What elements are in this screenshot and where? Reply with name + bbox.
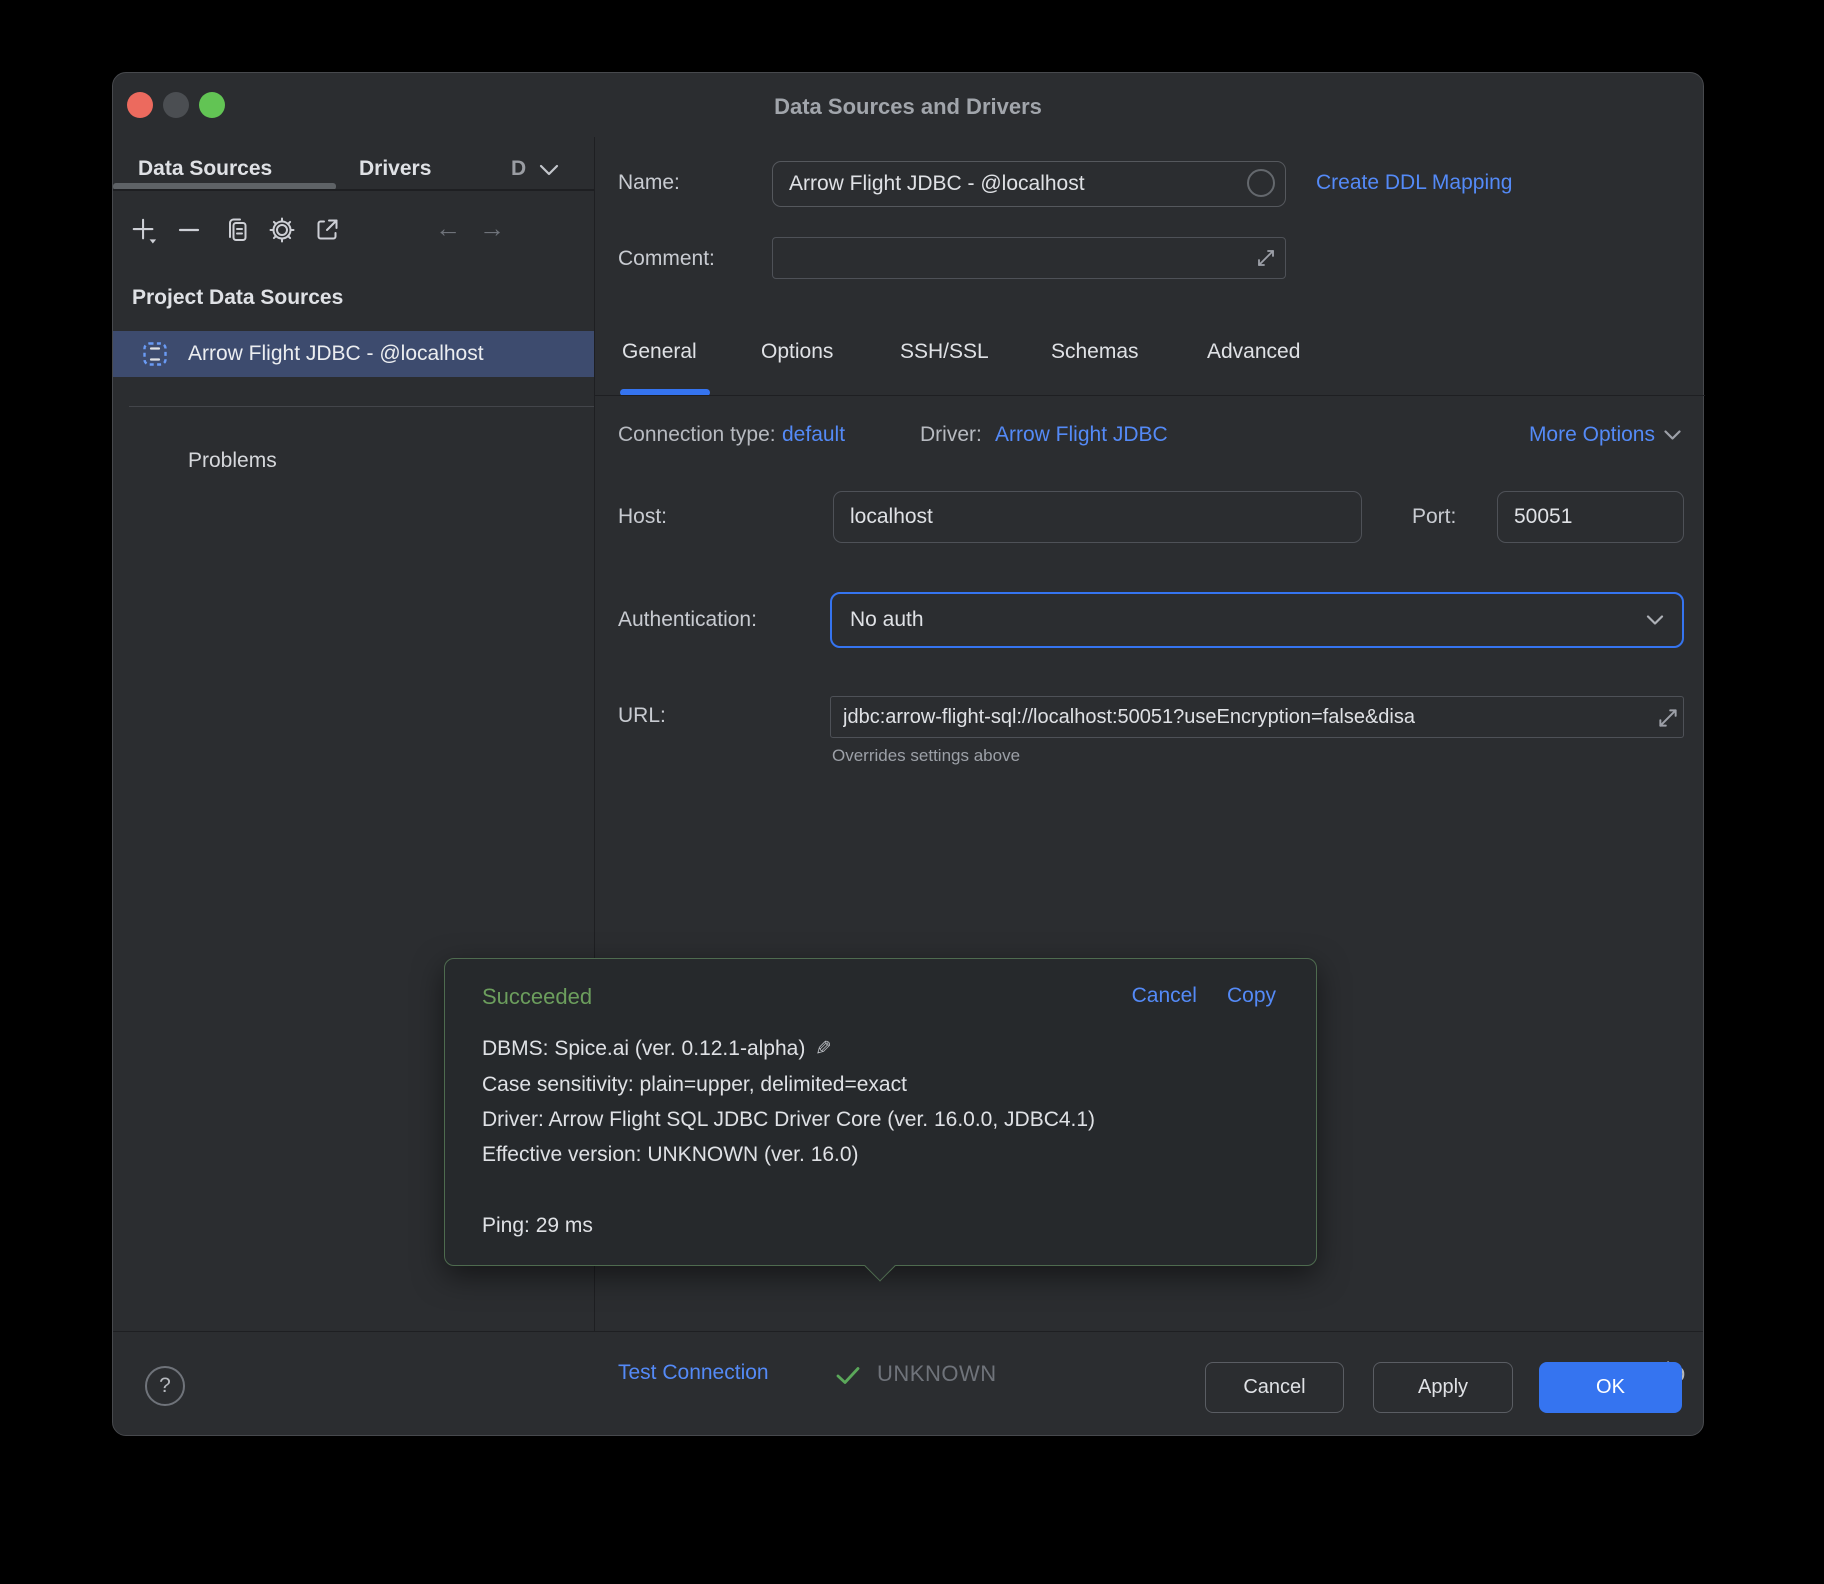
driver-value-link[interactable]: Arrow Flight JDBC: [995, 423, 1168, 447]
screenshot-canvas: Data Sources and Drivers Data Sources Dr…: [0, 0, 1824, 1584]
name-field-wrap: [772, 161, 1286, 207]
more-options-chevron-down-icon: [1664, 430, 1681, 440]
popup-copy-link[interactable]: Copy: [1227, 984, 1276, 1008]
url-label: URL:: [618, 704, 666, 728]
tab-drivers[interactable]: Drivers: [359, 157, 431, 181]
ping-line: Ping: 29 ms: [482, 1208, 1095, 1243]
case-sensitivity-line: Case sensitivity: plain=upper, delimited…: [482, 1067, 1095, 1102]
back-arrow-icon[interactable]: ←: [435, 213, 461, 244]
add-data-source-button[interactable]: [130, 216, 158, 244]
sidebar-tabstrip-divider: [113, 189, 594, 191]
sidebar-item-problems[interactable]: Problems: [188, 449, 277, 473]
url-override-hint: Overrides settings above: [832, 746, 1020, 766]
driver-label: Driver:: [920, 423, 982, 447]
window-title: Data Sources and Drivers: [113, 94, 1703, 120]
tab-schemas[interactable]: Schemas: [1051, 340, 1139, 364]
name-input[interactable]: [773, 162, 1285, 206]
dbms-line: DBMS: Spice.ai (ver. 0.12.1-alpha)✎: [482, 1031, 1095, 1067]
export-data-source-icon[interactable]: [313, 216, 341, 244]
name-label: Name:: [618, 171, 680, 195]
help-button[interactable]: ?: [145, 1366, 185, 1406]
test-result-status: Succeeded: [482, 984, 592, 1010]
tabs-bottom-divider: [595, 395, 1705, 396]
remove-data-source-button[interactable]: [175, 216, 203, 244]
name-spinner-icon: [1247, 169, 1275, 197]
tree-separator: [129, 406, 594, 407]
test-connection-result-popup: Succeeded Cancel Copy DBMS: Spice.ai (ve…: [444, 958, 1317, 1266]
tab-ddl-truncated[interactable]: D: [511, 157, 526, 181]
comment-input[interactable]: [773, 238, 1285, 278]
tab-general[interactable]: General: [622, 340, 697, 364]
host-label: Host:: [618, 505, 667, 529]
port-label: Port:: [1412, 505, 1456, 529]
more-options-label: More Options: [1529, 423, 1655, 447]
connection-status-text: UNKNOWN: [877, 1361, 997, 1387]
host-field-wrap: [833, 491, 1362, 543]
connection-type-value[interactable]: default: [782, 423, 845, 447]
edit-dbms-pencil-icon[interactable]: ✎: [815, 1032, 832, 1067]
test-result-details: DBMS: Spice.ai (ver. 0.12.1-alpha)✎ Case…: [482, 1031, 1095, 1243]
tab-advanced[interactable]: Advanced: [1207, 340, 1300, 364]
comment-field-wrap: [772, 237, 1286, 279]
more-options-link[interactable]: More Options: [1529, 423, 1681, 447]
port-input[interactable]: [1498, 492, 1683, 542]
port-field-wrap: [1497, 491, 1684, 543]
authentication-chevron-down-icon: [1646, 615, 1664, 626]
apply-button[interactable]: Apply: [1373, 1362, 1513, 1413]
authentication-value: No auth: [850, 608, 924, 632]
popup-cancel-link[interactable]: Cancel: [1132, 984, 1197, 1008]
url-input[interactable]: [831, 697, 1683, 737]
data-source-tree-item-selected[interactable]: Arrow Flight JDBC - @localhost: [113, 331, 594, 377]
connection-type-label: Connection type:: [618, 423, 776, 447]
tab-data-sources[interactable]: Data Sources: [138, 157, 272, 181]
create-ddl-mapping-link[interactable]: Create DDL Mapping: [1316, 171, 1513, 195]
connection-success-check-icon: [836, 1366, 860, 1385]
tab-overflow-chevron-down-icon[interactable]: [537, 161, 561, 179]
test-connection-link[interactable]: Test Connection: [618, 1361, 769, 1385]
host-input[interactable]: [834, 492, 1361, 542]
driver-line: Driver: Arrow Flight SQL JDBC Driver Cor…: [482, 1102, 1095, 1137]
url-field-wrap: [830, 696, 1684, 738]
data-source-settings-gear-icon[interactable]: [268, 216, 296, 244]
comment-expand-icon[interactable]: [1255, 247, 1277, 269]
duplicate-data-source-button[interactable]: [223, 216, 251, 244]
authentication-label: Authentication:: [618, 608, 757, 632]
footer-divider: [113, 1331, 1703, 1332]
authentication-select[interactable]: No auth: [830, 592, 1684, 648]
forward-arrow-icon[interactable]: →: [479, 213, 505, 244]
data-sources-dialog: Data Sources and Drivers Data Sources Dr…: [112, 72, 1704, 1436]
cancel-button[interactable]: Cancel: [1205, 1362, 1344, 1413]
tab-options[interactable]: Options: [761, 340, 833, 364]
project-data-sources-header: Project Data Sources: [132, 286, 343, 310]
effective-version-line: Effective version: UNKNOWN (ver. 16.0): [482, 1137, 1095, 1172]
url-expand-icon[interactable]: [1656, 706, 1680, 730]
data-source-item-label: Arrow Flight JDBC - @localhost: [188, 342, 484, 366]
arrow-flight-driver-icon: [142, 341, 168, 367]
popup-tail: [864, 1250, 895, 1281]
comment-label: Comment:: [618, 247, 715, 271]
tab-ssh-ssl[interactable]: SSH/SSL: [900, 340, 989, 364]
ok-button[interactable]: OK: [1539, 1362, 1682, 1413]
